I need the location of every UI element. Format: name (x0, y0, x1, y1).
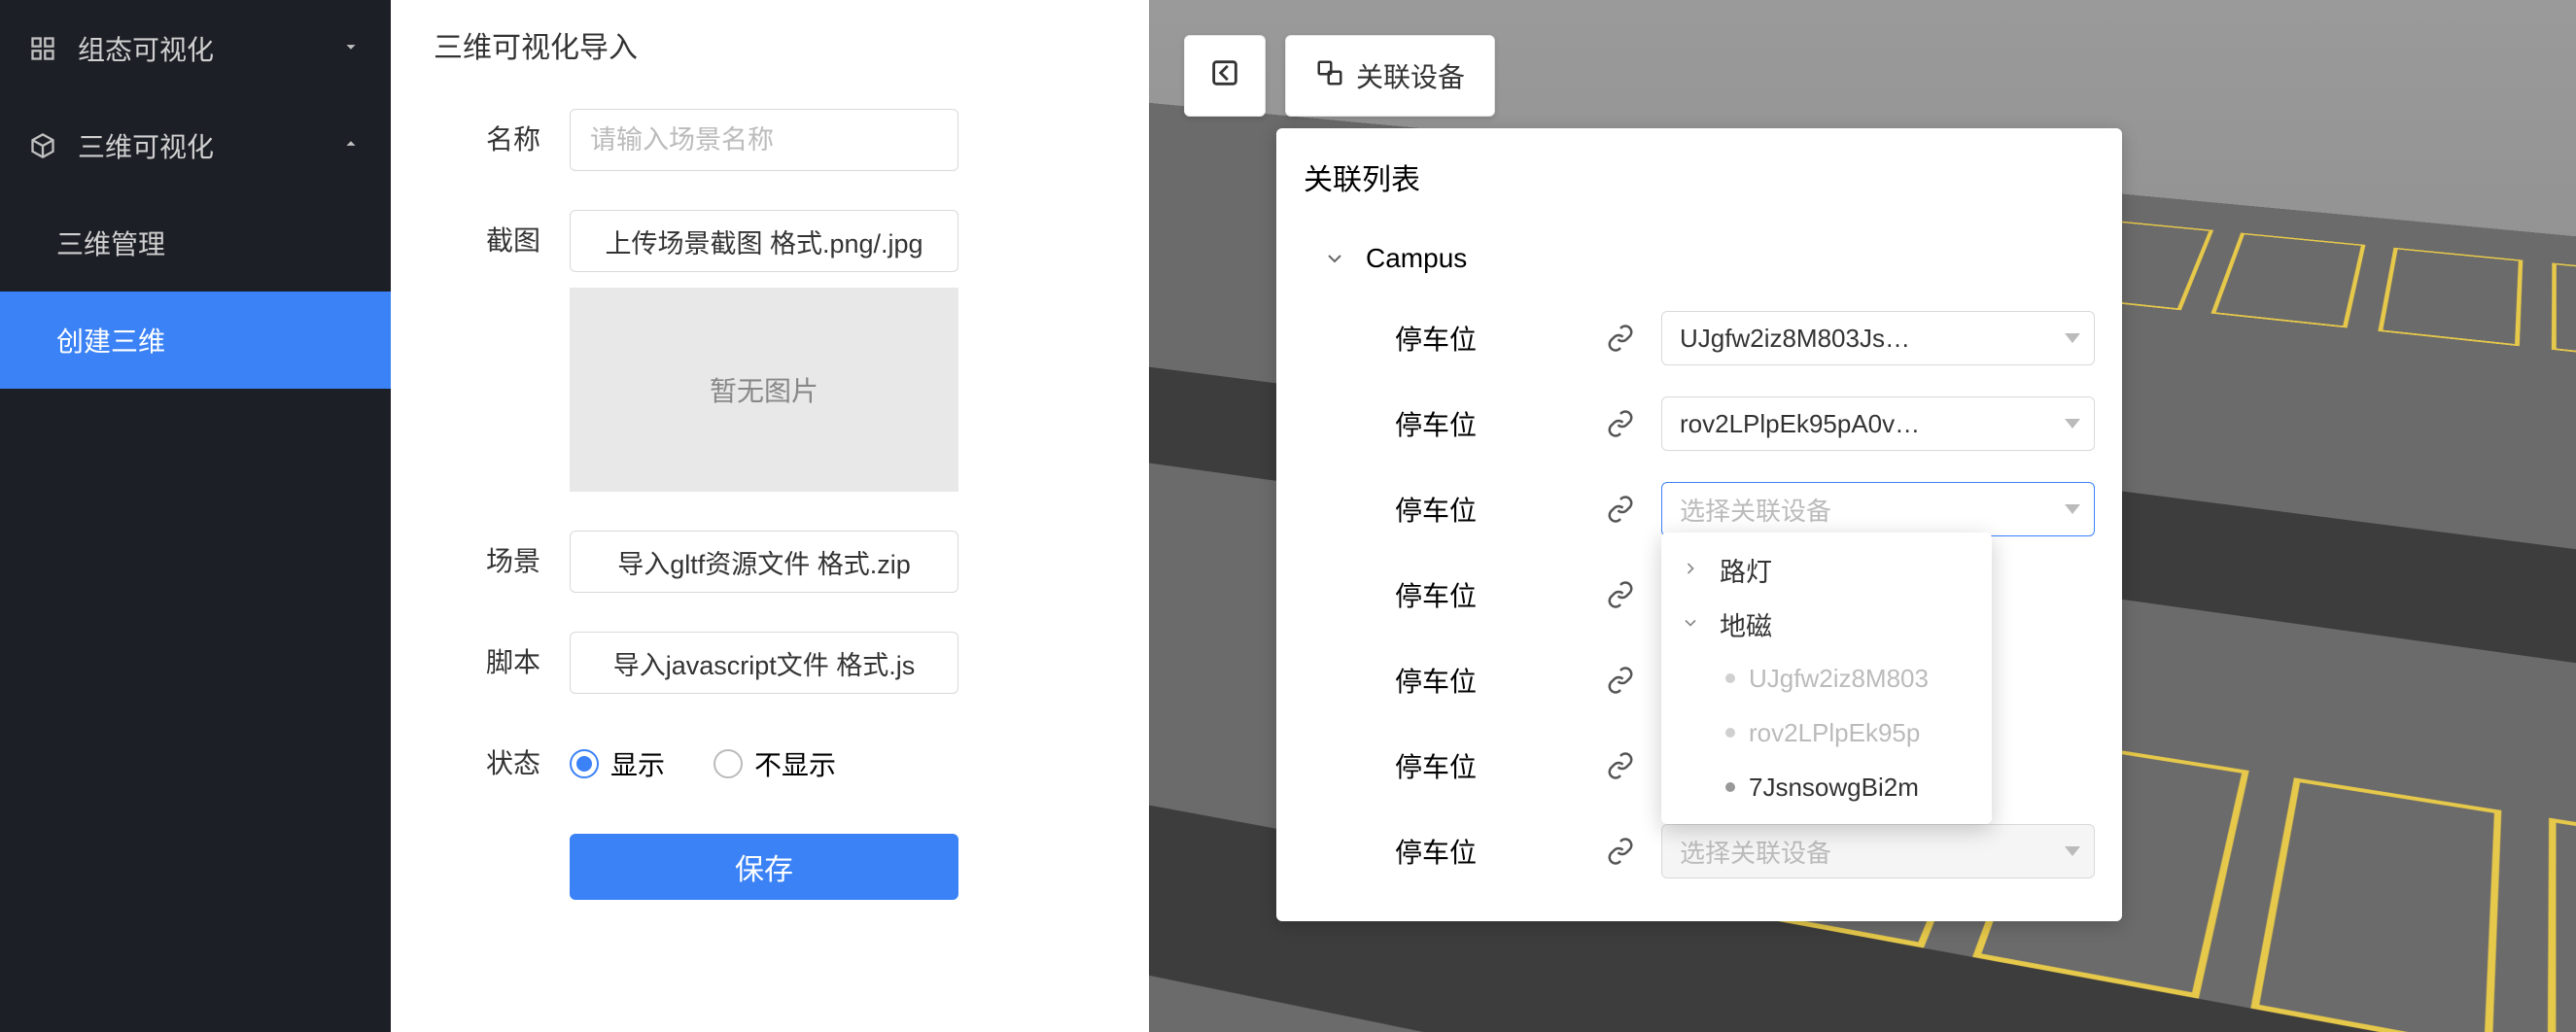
form-title: 三维可视化导入 (434, 23, 1106, 66)
label-screenshot: 截图 (434, 210, 570, 272)
radio-label: 不显示 (754, 744, 836, 783)
sidebar-item-label: 三维可视化 (78, 126, 214, 165)
assoc-row: 停车位 选择关联设备 路灯 (1304, 466, 2095, 552)
radio-icon (714, 749, 743, 778)
association-list[interactable]: Campus 停车位 UJgfw2iz8M803Js… 停车位 rov (1276, 222, 2122, 894)
upload-scene-button[interactable]: 导入gltf资源文件 格式.zip (570, 531, 958, 593)
status-hide-radio[interactable]: 不显示 (714, 744, 836, 783)
dropdown-item: rov2LPlpEk95p (1661, 705, 1992, 760)
upload-script-button[interactable]: 导入javascript文件 格式.js (570, 632, 958, 694)
sidebar-item-label: 三维管理 (56, 224, 165, 262)
dropdown-group-streetlight[interactable]: 路灯 (1661, 542, 1992, 597)
scene-name-input[interactable] (570, 109, 958, 171)
sidebar-item-label: 创建三维 (56, 321, 165, 360)
sidebar-item-label: 组态可视化 (78, 29, 214, 68)
screenshot-preview[interactable]: 暂无图片 (570, 288, 958, 492)
link-icon (1599, 495, 1642, 524)
link-icon (1599, 409, 1642, 438)
leaf-label: 停车位 (1395, 404, 1580, 443)
tree-root-label: Campus (1366, 243, 1467, 274)
leaf-label: 停车位 (1395, 661, 1580, 700)
label-script: 脚本 (434, 632, 570, 694)
sidebar-item-visual-config[interactable]: 组态可视化 (0, 0, 391, 97)
association-title: 关联列表 (1276, 155, 2122, 222)
device-dropdown: 路灯 地磁 UJgfw2iz8M803 rov2LPlpEk95p 7Jsnso… (1661, 533, 1992, 824)
chevron-down-icon (340, 33, 362, 64)
label-name: 名称 (434, 109, 570, 171)
viewport-toolbar: 关联设备 (1184, 35, 1495, 117)
link-icon (1599, 751, 1642, 780)
radio-icon (570, 749, 599, 778)
tree-toggle[interactable] (1317, 247, 1352, 270)
device-select[interactable]: UJgfw2iz8M803Js… (1661, 311, 2095, 365)
chevron-up-icon (340, 130, 362, 161)
exit-icon (1208, 56, 1241, 96)
radio-label: 显示 (610, 744, 665, 783)
dropdown-item: UJgfw2iz8M803 (1661, 651, 1992, 705)
sidebar-item-3d-visual[interactable]: 三维可视化 (0, 97, 391, 194)
sidebar: 组态可视化 三维可视化 三维管理 创建三维 (0, 0, 391, 1032)
link-icon (1599, 666, 1642, 695)
status-show-radio[interactable]: 显示 (570, 744, 665, 783)
assoc-row: 停车位 UJgfw2iz8M803Js… (1304, 295, 2095, 381)
dropdown-group-label: 地磁 (1720, 605, 1772, 643)
leaf-label: 停车位 (1395, 319, 1580, 358)
leaf-label: 停车位 (1395, 575, 1580, 614)
label-status: 状态 (434, 733, 570, 795)
device-select-open[interactable]: 选择关联设备 (1661, 482, 2095, 536)
dropdown-group-geomagnetic[interactable]: 地磁 (1661, 597, 1992, 651)
association-panel: 关联列表 Campus 停车位 UJgfw2iz8M803Js… (1276, 128, 2122, 921)
form-panel: 三维可视化导入 名称 截图 上传场景截图 格式.png/.jpg 暂无图片 场景… (391, 0, 1149, 1032)
chevron-down-icon (1681, 609, 1710, 639)
link-icon (1599, 580, 1642, 609)
leaf-label: 停车位 (1395, 746, 1580, 785)
chevron-right-icon (1681, 555, 1710, 585)
layout-icon (29, 35, 58, 62)
device-select[interactable]: rov2LPlpEk95pA0v… (1661, 396, 2095, 451)
sidebar-subitem-3d-create[interactable]: 创建三维 (0, 292, 391, 389)
device-select-disabled: 选择关联设备 (1661, 824, 2095, 878)
save-button[interactable]: 保存 (570, 834, 958, 900)
link-icon (1599, 837, 1642, 866)
sidebar-subitem-3d-manage[interactable]: 三维管理 (0, 194, 391, 292)
link-devices-icon (1315, 58, 1344, 94)
upload-screenshot-button[interactable]: 上传场景截图 格式.png/.jpg (570, 210, 958, 272)
label-scene: 场景 (434, 531, 570, 593)
dropdown-group-label: 路灯 (1720, 551, 1772, 589)
assoc-row: 停车位 rov2LPlpEk95pA0v… (1304, 381, 2095, 466)
leaf-label: 停车位 (1395, 832, 1580, 871)
leaf-label: 停车位 (1395, 490, 1580, 529)
link-icon (1599, 324, 1642, 353)
dropdown-item[interactable]: 7JsnsowgBi2m (1661, 760, 1992, 814)
viewport-back-button[interactable] (1184, 35, 1266, 117)
button-label: 关联设备 (1356, 56, 1465, 95)
cube-icon (29, 132, 58, 159)
viewport-assoc-button[interactable]: 关联设备 (1285, 35, 1495, 117)
3d-viewport[interactable]: 关联设备 关联列表 Campus 停车位 UJgfw2 (1149, 0, 2576, 1032)
